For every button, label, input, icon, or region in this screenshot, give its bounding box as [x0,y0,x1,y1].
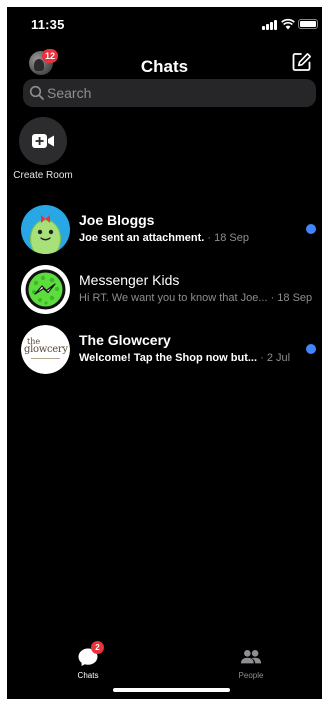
home-indicator[interactable] [113,688,230,692]
chat-preview-message: Joe sent an attachment. [79,232,205,244]
chat-preview: Joe sent an attachment. · 18 Sep [79,232,249,244]
chat-preview-message: Hi RT. We want you to know that Joe... [79,292,268,304]
unread-indicator [306,344,316,354]
search-input[interactable] [47,79,307,107]
search-icon [29,85,44,100]
chat-preview: Hi RT. We want you to know that Joe... ·… [79,292,312,304]
messenger-kids-logo-icon [21,265,70,314]
search-bar[interactable] [23,79,316,107]
create-room-label: Create Room [13,170,73,181]
chat-row-messenger-kids[interactable]: Messenger Kids Hi RT. We want you to kno… [7,265,322,321]
joe-bloggs-cartoon-avatar-icon [21,205,70,254]
joe-bloggs-avatar [21,205,70,254]
people-icon [240,650,262,664]
tab-people-label: People [238,671,264,680]
chat-time: · 18 Sep [207,232,249,244]
tab-people[interactable]: People [221,647,281,680]
unread-indicator [306,224,316,234]
create-room-circle[interactable] [19,117,67,165]
profile-notification-badge: 12 [42,49,59,63]
chat-name: Messenger Kids [79,272,180,288]
status-bar: 11:35 [7,7,322,41]
chat-preview-message: Welcome! Tap the Shop now but... [79,352,258,364]
glowcery-logo-name: glowcery [24,344,68,355]
battery-icon [298,19,318,29]
chat-time: · 18 Sep [270,292,313,304]
chat-time: · 2 Jul [260,352,291,364]
compose-icon[interactable] [292,52,312,72]
chats-tab-badge: 2 [91,641,104,654]
status-time: 11:35 [31,17,65,32]
chat-row-the-glowcery[interactable]: the glowcery The Glowcery Welcome! Tap t… [7,325,322,381]
messenger-kids-avatar [21,265,70,314]
video-camera-plus-icon [32,134,54,148]
chat-name: Joe Bloggs [79,212,155,228]
glowcery-avatar: the glowcery [21,325,70,374]
tab-chats-label: Chats [77,671,99,680]
chat-name: The Glowcery [79,332,171,348]
chat-preview: Welcome! Tap the Shop now but... · 2 Jul [79,352,290,364]
tab-chats[interactable]: Chats [58,647,118,680]
cellular-signal-icon [262,20,278,30]
phone-screen: 11:35 12 Chats Search Create Room Joe Bl… [7,7,322,699]
wifi-icon [281,18,295,30]
glowcery-logo-icon: the glowcery [21,325,70,374]
chat-row-joe-bloggs[interactable]: Joe Bloggs Joe sent an attachment. · 18 … [7,205,322,261]
